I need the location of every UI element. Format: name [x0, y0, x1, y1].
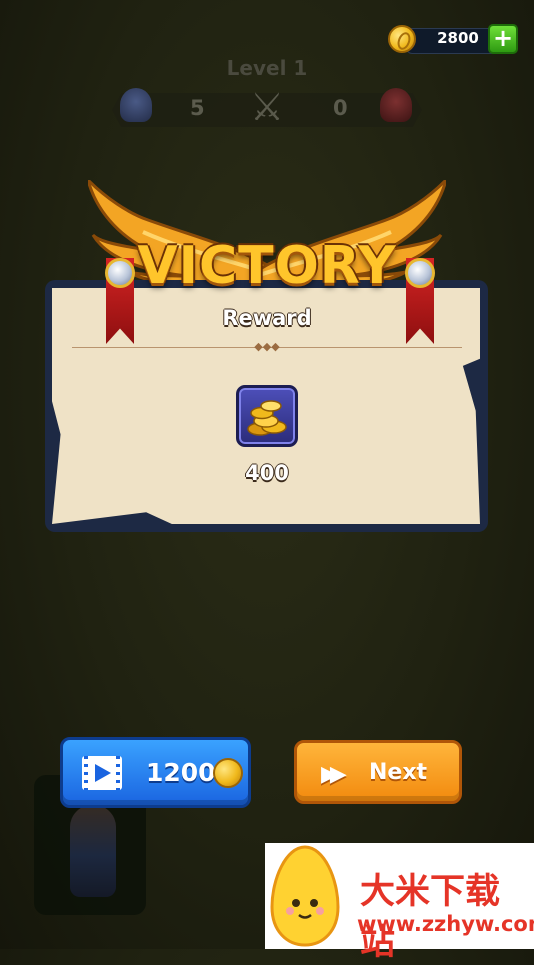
- victory-title: VICTORY: [137, 236, 397, 296]
- plus-icon: +: [492, 24, 514, 52]
- video-icon: [82, 756, 122, 790]
- blue-team-helmet-icon: [120, 88, 152, 122]
- reward-label: Reward: [222, 306, 312, 330]
- next-button[interactable]: ▶▶ Next: [294, 740, 462, 804]
- red-team-helmet-icon: [380, 88, 412, 122]
- watermark-url: www.zzhyw.com: [357, 912, 534, 936]
- ornament-icon: ◆◆◆: [254, 340, 280, 353]
- watermark: 大米下载站 www.zzhyw.com: [265, 843, 534, 963]
- video-reward-amount: 1200: [146, 758, 216, 787]
- coin-icon: [213, 758, 243, 788]
- coin-balance: 2800: [437, 29, 479, 47]
- add-coins-button[interactable]: +: [488, 24, 518, 54]
- fast-forward-icon: ▶▶: [321, 762, 347, 787]
- next-button-label: Next: [369, 760, 428, 785]
- coin-counter: 2800 +: [388, 24, 520, 54]
- egg-mascot-icon: [270, 845, 340, 947]
- character-figure: [70, 805, 116, 897]
- red-team-score: 0: [333, 96, 348, 120]
- coin-pile-icon: [247, 400, 287, 436]
- crossed-swords-icon: ⚔: [249, 85, 285, 129]
- reward-amount: 400: [245, 461, 289, 485]
- watch-video-reward-button[interactable]: 1200: [60, 737, 251, 808]
- blue-team-score: 5: [190, 96, 205, 120]
- level-label: Level 1: [226, 56, 308, 80]
- coin-icon: [388, 25, 416, 53]
